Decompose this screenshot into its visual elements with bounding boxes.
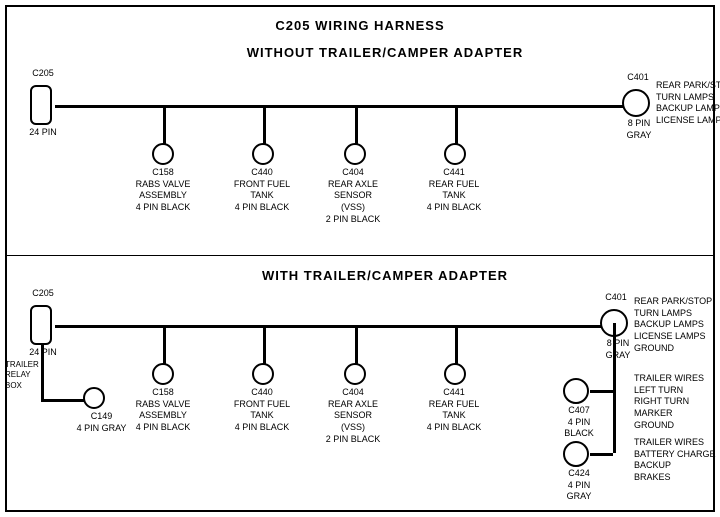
- page-title: C205 WIRING HARNESS: [0, 10, 720, 33]
- c424-hline: [590, 453, 613, 456]
- c149-connector: [83, 387, 105, 409]
- c440-2-connector: [252, 363, 274, 385]
- c404-2-label: C404REAR AXLESENSOR(VSS)2 PIN BLACK: [323, 387, 383, 445]
- c158-1-connector: [152, 143, 174, 165]
- c158-1-vline: [163, 105, 166, 145]
- c440-1-connector: [252, 143, 274, 165]
- c404-1-label: C404REAR AXLESENSOR(VSS)2 PIN BLACK: [323, 167, 383, 225]
- c441-2-vline: [455, 325, 458, 365]
- c404-2-vline: [355, 325, 358, 365]
- c205-1-connector: [30, 85, 52, 125]
- right-branch-vline: [613, 323, 616, 453]
- c205-1-label: C205: [18, 68, 68, 80]
- c158-2-connector: [152, 363, 174, 385]
- main-line-1: [55, 105, 635, 108]
- c158-2-vline: [163, 325, 166, 365]
- section-divider: [5, 255, 715, 256]
- c441-1-label: C441REAR FUELTANK4 PIN BLACK: [424, 167, 484, 214]
- c407-connector: [563, 378, 589, 404]
- section2-label: WITH TRAILER/CAMPER ADAPTER: [130, 268, 640, 283]
- c149-label: C1494 PIN GRAY: [74, 411, 129, 434]
- c158-2-label: C158RABS VALVEASSEMBLY4 PIN BLACK: [133, 387, 193, 434]
- c401-1-pin-label: 8 PINGRAY: [614, 118, 664, 141]
- c441-2-label: C441REAR FUELTANK4 PIN BLACK: [424, 387, 484, 434]
- c441-1-connector: [444, 143, 466, 165]
- c404-2-connector: [344, 363, 366, 385]
- c440-1-label: C440FRONT FUELTANK4 PIN BLACK: [232, 167, 292, 214]
- c407-hline: [590, 390, 613, 393]
- c401-1-right-label: REAR PARK/STOPTURN LAMPSBACKUP LAMPSLICE…: [656, 80, 720, 127]
- c424-connector: [563, 441, 589, 467]
- c407-right-label: TRAILER WIRESLEFT TURNRIGHT TURNMARKERGR…: [634, 373, 720, 431]
- c205-2-label: C205: [18, 288, 68, 300]
- c401-2-pin-label: 8 PINGRAY: [593, 338, 643, 361]
- trailer-relay-label: TRAILERRELAYBOX: [5, 360, 45, 391]
- c401-2-label: C401: [596, 292, 636, 304]
- c404-1-vline: [355, 105, 358, 145]
- c401-2-right-label: REAR PARK/STOPTURN LAMPSBACKUP LAMPSLICE…: [634, 296, 720, 354]
- c441-2-connector: [444, 363, 466, 385]
- c441-1-vline: [455, 105, 458, 145]
- c205-2-connector: [30, 305, 52, 345]
- c407-label: C4074 PINBLACK: [554, 405, 604, 440]
- c440-2-vline: [263, 325, 266, 365]
- c401-1-connector: [622, 89, 650, 117]
- main-line-2: [55, 325, 613, 328]
- c401-1-label: C401: [618, 72, 658, 84]
- c424-label: C4244 PINGRAY: [554, 468, 604, 503]
- c440-1-vline: [263, 105, 266, 145]
- diagram-container: C205 WIRING HARNESS WITHOUT TRAILER/CAMP…: [0, 0, 720, 490]
- c424-right-label: TRAILER WIRESBATTERY CHARGEBACKUPBRAKES: [634, 437, 720, 484]
- c440-2-label: C440FRONT FUELTANK4 PIN BLACK: [232, 387, 292, 434]
- c158-1-label: C158RABS VALVEASSEMBLY4 PIN BLACK: [133, 167, 193, 214]
- section1-label: WITHOUT TRAILER/CAMPER ADAPTER: [130, 45, 640, 60]
- c404-1-connector: [344, 143, 366, 165]
- c205-1-pin-label: 24 PIN: [18, 127, 68, 139]
